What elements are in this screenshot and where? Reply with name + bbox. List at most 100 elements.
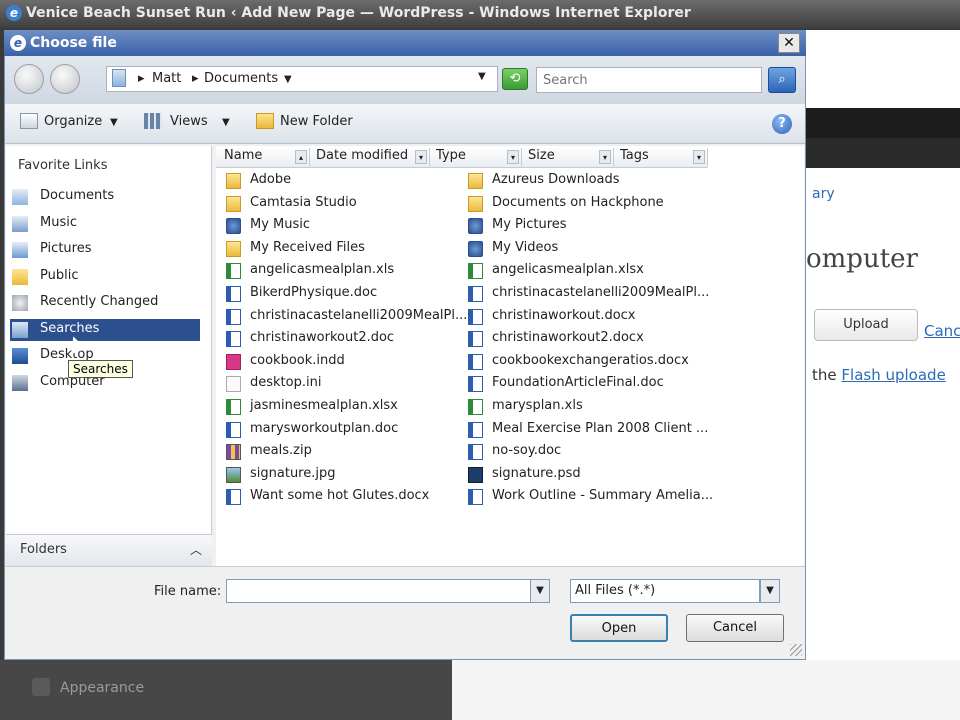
sidebar-item-public[interactable]: Public (10, 266, 200, 288)
column-dropdown-icon[interactable]: ▾ (415, 150, 427, 164)
cancel-button[interactable]: Cancel (686, 614, 784, 642)
media-library-link[interactable]: ary (812, 186, 835, 202)
new-folder-button[interactable]: New Folder (280, 114, 353, 129)
file-item[interactable]: FoundationArticleFinal.doc (468, 373, 706, 395)
file-item[interactable]: Want some hot Glutes.docx (226, 486, 464, 508)
doc-file-icon (226, 421, 241, 438)
column-dropdown-icon[interactable]: ▾ (507, 150, 519, 164)
sidebar-item-recently-changed[interactable]: Recently Changed (10, 292, 200, 314)
file-item[interactable]: cookbookexchangeratios.docx (468, 351, 706, 373)
sidebar-item-pictures[interactable]: Pictures (10, 239, 200, 261)
doc-file-icon (468, 308, 483, 325)
file-name: marysworkoutplan.doc (250, 420, 399, 436)
file-item[interactable]: christinaworkout.docx (468, 306, 706, 328)
file-item[interactable]: My Received Files (226, 238, 464, 260)
close-button[interactable]: ✕ (778, 33, 800, 53)
file-item[interactable]: angelicasmealplan.xlsx (468, 260, 706, 282)
search-icon[interactable]: ⌕ (768, 67, 796, 93)
column-header-date-modified[interactable]: Date modified ▾ (310, 148, 430, 166)
column-header-size[interactable]: Size ▾ (522, 148, 614, 166)
file-item[interactable]: christinacastelanelli2009MealPl... (226, 306, 467, 328)
flash-uploader-text: the Flash uploade (812, 366, 946, 384)
sidebar-item-documents[interactable]: Documents (10, 186, 200, 208)
folders-label[interactable]: Folders (20, 542, 67, 557)
organize-dropdown-icon[interactable]: ▼ (110, 117, 118, 128)
column-header-type[interactable]: Type ▾ (430, 148, 522, 166)
sidebar-item-searches[interactable]: Searches (10, 318, 200, 341)
file-item[interactable]: My Music (226, 215, 464, 237)
file-item[interactable]: Work Outline - Summary Amelia... (468, 486, 713, 508)
file-item[interactable]: christinaworkout2.docx (468, 328, 706, 350)
file-name: FoundationArticleFinal.doc (492, 375, 664, 391)
file-item[interactable]: Meal Exercise Plan 2008 Client ... (468, 419, 708, 441)
file-type-filter[interactable]: All Files (*.*) (570, 579, 760, 603)
file-item[interactable]: jasminesmealplan.xlsx (226, 396, 464, 418)
column-label: Name (224, 148, 263, 163)
file-name-dropdown-icon[interactable]: ▼ (530, 579, 550, 603)
file-item[interactable]: My Videos (468, 238, 706, 260)
forward-button[interactable] (50, 64, 80, 94)
file-item[interactable]: signature.psd (468, 464, 706, 486)
breadcrumb-chevron-icon[interactable]: ▼ (284, 74, 292, 85)
column-dropdown-icon[interactable]: ▾ (599, 150, 611, 164)
sidebar-item-label: Pictures (40, 241, 92, 256)
file-name: Camtasia Studio (250, 194, 357, 210)
file-name: My Music (250, 217, 311, 233)
file-item[interactable]: christinacastelanelli2009MealPl... (468, 283, 710, 305)
wp-upload-button[interactable]: Upload (814, 309, 918, 341)
column-dropdown-icon[interactable]: ▾ (693, 150, 705, 164)
toolbar (5, 104, 805, 144)
file-item[interactable]: christinaworkout2.doc (226, 328, 464, 350)
file-item[interactable]: My Pictures (468, 215, 706, 237)
file-item[interactable]: Documents on Hackphone (468, 193, 706, 215)
file-item[interactable]: desktop.ini (226, 373, 464, 395)
search-input[interactable] (536, 67, 762, 93)
file-item[interactable]: Camtasia Studio (226, 193, 464, 215)
chevron-up-icon[interactable]: ︿ (190, 541, 202, 558)
wp-cancel-link[interactable]: Canc (924, 322, 960, 340)
organize-button[interactable]: Organize (44, 114, 102, 129)
breadcrumb-item-documents[interactable]: Documents (204, 71, 278, 86)
flash-uploader-link[interactable]: Flash uploade (841, 366, 945, 384)
column-sort-icon[interactable]: ▴ (295, 150, 307, 164)
column-header-tags[interactable]: Tags ▾ (614, 148, 708, 166)
jpg-file-icon (226, 466, 241, 483)
open-button[interactable]: Open (570, 614, 668, 642)
file-name: christinacastelanelli2009MealPl... (492, 285, 710, 300)
file-name: christinaworkout.docx (492, 307, 636, 323)
breadcrumb-item-matt[interactable]: Matt (152, 71, 181, 86)
doc-file-icon (226, 489, 241, 506)
file-item[interactable]: cookbook.indd (226, 351, 464, 373)
doc-file-icon (468, 331, 483, 348)
file-item[interactable]: Azureus Downloads (468, 170, 706, 192)
recent-icon (12, 295, 28, 311)
file-item[interactable]: no-soy.doc (468, 441, 706, 463)
refresh-button[interactable]: ⟲ (502, 68, 528, 90)
address-dropdown-icon[interactable]: ▼ (478, 71, 486, 82)
file-name: no-soy.doc (492, 443, 562, 459)
sidebar-item-label: Recently Changed (40, 294, 159, 309)
indd-file-icon (226, 353, 241, 370)
file-item[interactable]: marysplan.xls (468, 396, 706, 418)
doc-file-icon (468, 286, 483, 302)
views-button[interactable]: Views (170, 114, 208, 129)
resize-grip-icon[interactable] (790, 644, 802, 656)
sidebar-item-music[interactable]: Music (10, 213, 200, 235)
column-header-name[interactable]: Name ▴ (218, 148, 310, 166)
file-name: meals.zip (250, 443, 312, 459)
file-item[interactable]: signature.jpg (226, 464, 464, 486)
appearance-menu-item[interactable]: Appearance (60, 680, 144, 696)
searches-icon (12, 321, 28, 338)
appearance-icon (32, 678, 50, 696)
folder-file-icon (226, 240, 241, 257)
views-dropdown-icon[interactable]: ▼ (222, 117, 230, 128)
filter-dropdown-icon[interactable]: ▼ (760, 579, 780, 603)
file-name-input[interactable] (226, 579, 532, 603)
help-icon[interactable]: ? (772, 114, 792, 134)
file-item[interactable]: Adobe (226, 170, 464, 192)
file-item[interactable]: BikerdPhysique.doc (226, 283, 464, 305)
back-button[interactable] (14, 64, 44, 94)
file-item[interactable]: marysworkoutplan.doc (226, 419, 464, 441)
file-item[interactable]: angelicasmealplan.xls (226, 260, 464, 282)
file-item[interactable]: meals.zip (226, 441, 464, 463)
